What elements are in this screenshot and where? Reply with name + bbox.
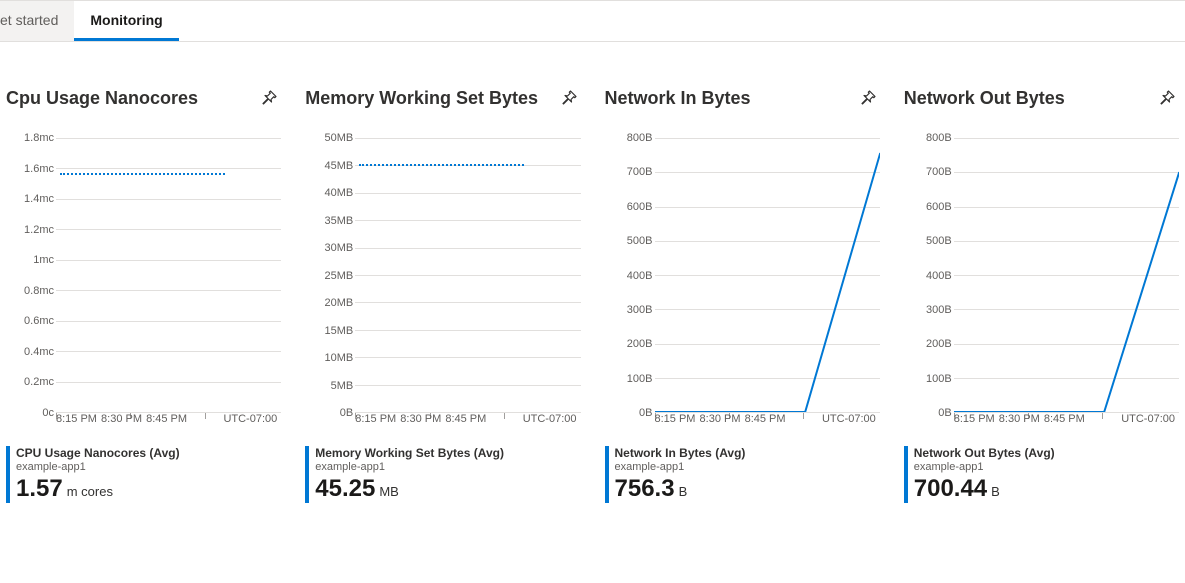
x-tick-label: 8:15 PM bbox=[655, 413, 696, 425]
legend-value: 1.57m cores bbox=[16, 475, 281, 503]
x-tick-label: 8:45 PM bbox=[445, 413, 486, 425]
series-line bbox=[359, 164, 524, 166]
pin-icon[interactable] bbox=[1155, 86, 1179, 110]
legend-subtitle: example-app1 bbox=[914, 461, 1179, 473]
legend: Network Out Bytes (Avg)example-app1 700.4… bbox=[904, 446, 1179, 503]
y-axis: 50MB45MB40MB35MB30MB25MB20MB15MB10MB5MB0… bbox=[305, 138, 353, 413]
chart-card: Network Out Bytes 800B700B600B500B400B300… bbox=[904, 86, 1179, 503]
y-axis: 1.8mc1.6mc1.4mc1.2mc1mc0.8mc0.6mc0.4mc0.… bbox=[6, 138, 54, 413]
x-axis: 8:15 PM 8:30 PM 8:45 PM UTC-07:00 bbox=[355, 413, 580, 438]
x-tick-label: 8:30 PM bbox=[700, 413, 741, 425]
x-tick-label: 8:30 PM bbox=[101, 413, 142, 425]
y-axis: 800B700B600B500B400B300B200B100B0B bbox=[904, 138, 952, 413]
x-tick-label: 8:45 PM bbox=[146, 413, 187, 425]
x-tick-label: 8:15 PM bbox=[355, 413, 396, 425]
plot bbox=[655, 138, 880, 413]
chart-area[interactable]: 50MB45MB40MB35MB30MB25MB20MB15MB10MB5MB0… bbox=[305, 138, 580, 438]
timezone-label: UTC-07:00 bbox=[822, 413, 876, 425]
x-axis: 8:15 PM 8:30 PM 8:45 PM UTC-07:00 bbox=[655, 413, 880, 438]
timezone-label: UTC-07:00 bbox=[223, 413, 277, 425]
tab-bar: et started Monitoring bbox=[0, 0, 1185, 42]
dashboard: Cpu Usage Nanocores 1.8mc1.6mc1.4mc1.2mc1… bbox=[0, 42, 1185, 527]
pin-icon[interactable] bbox=[856, 86, 880, 110]
tab-monitoring[interactable]: Monitoring bbox=[74, 1, 178, 41]
chart-title: Network In Bytes bbox=[605, 88, 751, 109]
x-tick-label: 8:30 PM bbox=[400, 413, 441, 425]
series-line bbox=[655, 138, 880, 412]
plot bbox=[954, 138, 1179, 413]
chart-area[interactable]: 800B700B600B500B400B300B200B100B0B8:15 P… bbox=[605, 138, 880, 438]
x-tick-label: 8:15 PM bbox=[56, 413, 97, 425]
legend: Network In Bytes (Avg)example-app1 756.3B bbox=[605, 446, 880, 503]
legend-title: Network In Bytes (Avg) bbox=[615, 446, 880, 460]
legend-title: Memory Working Set Bytes (Avg) bbox=[315, 446, 580, 460]
series-line bbox=[60, 173, 225, 175]
plot bbox=[355, 138, 580, 413]
chart-card: Cpu Usage Nanocores 1.8mc1.6mc1.4mc1.2mc1… bbox=[6, 86, 281, 503]
legend-subtitle: example-app1 bbox=[315, 461, 580, 473]
legend: Memory Working Set Bytes (Avg)example-ap… bbox=[305, 446, 580, 503]
chart-card: Memory Working Set Bytes 50MB45MB40MB35MB… bbox=[305, 86, 580, 503]
chart-title: Network Out Bytes bbox=[904, 88, 1065, 109]
plot bbox=[56, 138, 281, 413]
timezone-label: UTC-07:00 bbox=[523, 413, 577, 425]
x-tick-label: 8:45 PM bbox=[1044, 413, 1085, 425]
series-line bbox=[954, 138, 1179, 412]
legend: CPU Usage Nanocores (Avg)example-app1 1.5… bbox=[6, 446, 281, 503]
x-tick-label: 8:45 PM bbox=[745, 413, 786, 425]
chart-title: Memory Working Set Bytes bbox=[305, 88, 538, 109]
pin-icon[interactable] bbox=[557, 86, 581, 110]
legend-subtitle: example-app1 bbox=[16, 461, 281, 473]
chart-area[interactable]: 1.8mc1.6mc1.4mc1.2mc1mc0.8mc0.6mc0.4mc0.… bbox=[6, 138, 281, 438]
pin-icon[interactable] bbox=[257, 86, 281, 110]
x-tick-label: 8:15 PM bbox=[954, 413, 995, 425]
x-axis: 8:15 PM 8:30 PM 8:45 PM UTC-07:00 bbox=[954, 413, 1179, 438]
legend-value: 45.25MB bbox=[315, 475, 580, 503]
legend-title: CPU Usage Nanocores (Avg) bbox=[16, 446, 281, 460]
chart-card: Network In Bytes 800B700B600B500B400B300B… bbox=[605, 86, 880, 503]
chart-area[interactable]: 800B700B600B500B400B300B200B100B0B8:15 P… bbox=[904, 138, 1179, 438]
timezone-label: UTC-07:00 bbox=[1121, 413, 1175, 425]
tab-get-started[interactable]: et started bbox=[0, 1, 74, 41]
legend-subtitle: example-app1 bbox=[615, 461, 880, 473]
legend-title: Network Out Bytes (Avg) bbox=[914, 446, 1179, 460]
chart-title: Cpu Usage Nanocores bbox=[6, 88, 198, 109]
y-axis: 800B700B600B500B400B300B200B100B0B bbox=[605, 138, 653, 413]
legend-value: 700.44B bbox=[914, 475, 1179, 503]
x-axis: 8:15 PM 8:30 PM 8:45 PM UTC-07:00 bbox=[56, 413, 281, 438]
x-tick-label: 8:30 PM bbox=[999, 413, 1040, 425]
legend-value: 756.3B bbox=[615, 475, 880, 503]
